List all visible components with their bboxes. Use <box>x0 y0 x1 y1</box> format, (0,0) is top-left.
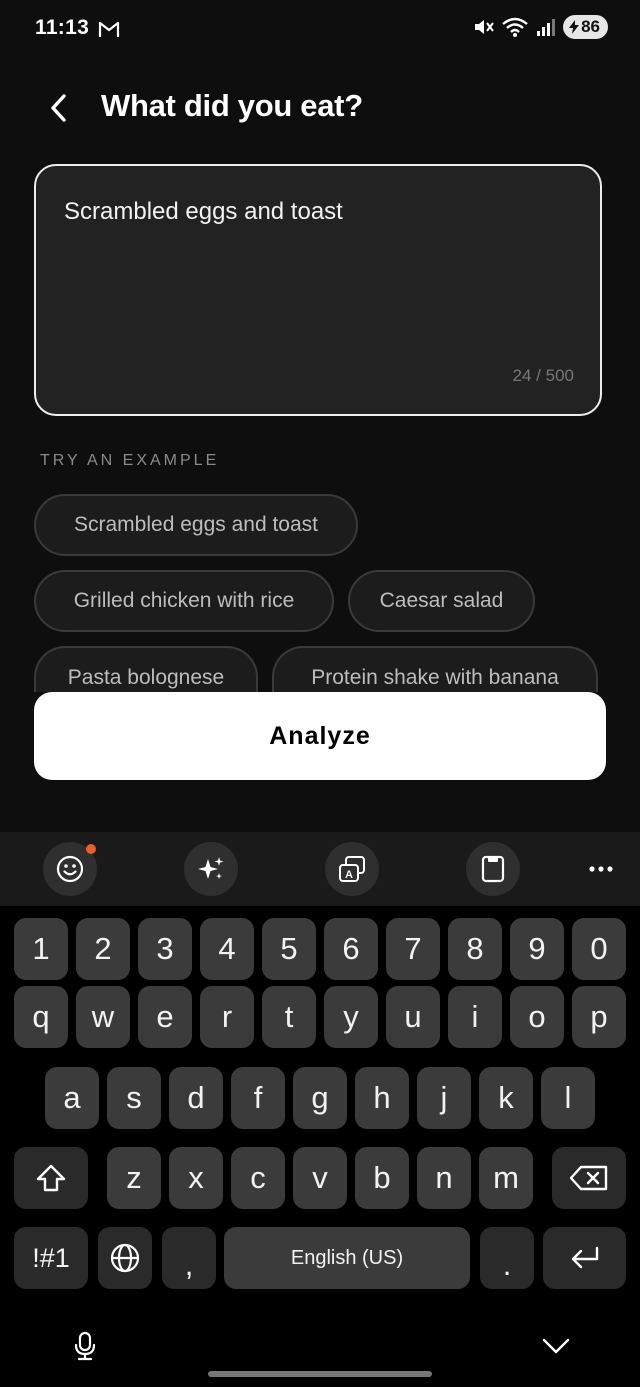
key-a[interactable]: a <box>45 1067 99 1129</box>
key-y[interactable]: y <box>324 986 378 1048</box>
key-p[interactable]: p <box>572 986 626 1048</box>
key-z[interactable]: z <box>107 1147 161 1209</box>
character-counter: 24 / 500 <box>512 366 574 385</box>
key-g[interactable]: g <box>293 1067 347 1129</box>
analyze-button[interactable]: Analyze <box>34 692 606 780</box>
key-e[interactable]: e <box>138 986 192 1048</box>
language-key[interactable] <box>98 1227 152 1289</box>
key-1[interactable]: 1 <box>14 918 68 980</box>
key-4[interactable]: 4 <box>200 918 254 980</box>
key-i[interactable]: i <box>448 986 502 1048</box>
enter-icon <box>571 1246 598 1269</box>
sparkle-ai-icon <box>198 857 224 879</box>
key-0[interactable]: 0 <box>572 918 626 980</box>
key-f[interactable]: f <box>231 1067 285 1129</box>
chevron-left-icon <box>51 94 66 122</box>
gmail-icon <box>98 21 120 38</box>
key-k[interactable]: k <box>479 1067 533 1129</box>
key-x[interactable]: x <box>169 1147 223 1209</box>
mute-icon <box>475 20 494 34</box>
battery-indicator: 86 <box>563 15 608 39</box>
keyboard: 1 2 3 4 5 6 7 8 9 0 q w e r t y u i o p … <box>0 906 640 1387</box>
ai-assist-button[interactable] <box>184 842 238 896</box>
key-t[interactable]: t <box>262 986 316 1048</box>
key-c[interactable]: c <box>231 1147 285 1209</box>
key-l[interactable]: l <box>541 1067 595 1129</box>
key-5[interactable]: 5 <box>262 918 316 980</box>
clipboard-button[interactable] <box>466 842 520 896</box>
key-v[interactable]: v <box>293 1147 347 1209</box>
key-3[interactable]: 3 <box>138 918 192 980</box>
backspace-icon <box>569 1165 608 1191</box>
key-d[interactable]: d <box>169 1067 223 1129</box>
examples-label: TRY AN EXAMPLE <box>40 452 220 469</box>
translate-icon: A <box>339 856 365 882</box>
hide-keyboard-button[interactable] <box>534 1326 578 1366</box>
example-chip[interactable]: Protein shake with banana <box>272 646 598 692</box>
back-button[interactable] <box>40 88 76 128</box>
key-q[interactable]: q <box>14 986 68 1048</box>
food-description-input[interactable]: Scrambled eggs and toast 24 / 500 <box>34 164 602 416</box>
globe-icon <box>110 1243 140 1273</box>
key-6[interactable]: 6 <box>324 918 378 980</box>
voice-input-button[interactable] <box>66 1326 104 1366</box>
symbols-key[interactable]: !#1 <box>14 1227 88 1289</box>
backspace-key[interactable] <box>552 1147 626 1209</box>
emoji-icon <box>56 855 84 883</box>
key-u[interactable]: u <box>386 986 440 1048</box>
example-chip[interactable]: Scrambled eggs and toast <box>34 494 358 556</box>
page-title: What did you eat? <box>101 88 363 123</box>
key-o[interactable]: o <box>510 986 564 1048</box>
signal-icon <box>537 19 556 36</box>
key-m[interactable]: m <box>479 1147 533 1209</box>
status-icons: 86 <box>473 15 608 39</box>
enter-key[interactable] <box>543 1227 626 1289</box>
key-2[interactable]: 2 <box>76 918 130 980</box>
keyboard-toolbar: A <box>0 832 640 906</box>
more-icon <box>589 866 613 872</box>
example-chip[interactable]: Grilled chicken with rice <box>34 570 334 632</box>
space-key[interactable]: English (US) <box>224 1227 470 1289</box>
comma-key[interactable]: , <box>162 1227 216 1289</box>
key-n[interactable]: n <box>417 1147 471 1209</box>
translate-button[interactable]: A <box>325 842 379 896</box>
key-s[interactable]: s <box>107 1067 161 1129</box>
microphone-icon <box>74 1331 96 1361</box>
key-7[interactable]: 7 <box>386 918 440 980</box>
key-h[interactable]: h <box>355 1067 409 1129</box>
shift-key[interactable] <box>14 1147 88 1209</box>
example-chip[interactable]: Pasta bolognese <box>34 646 258 692</box>
charging-icon <box>569 20 580 34</box>
food-description-value: Scrambled eggs and toast <box>64 198 343 225</box>
more-button[interactable] <box>582 850 620 888</box>
battery-level: 86 <box>581 17 600 36</box>
chevron-down-icon <box>542 1338 570 1354</box>
shift-icon <box>36 1164 66 1192</box>
example-chip[interactable]: Caesar salad <box>348 570 535 632</box>
key-9[interactable]: 9 <box>510 918 564 980</box>
wifi-icon <box>502 17 528 37</box>
home-indicator <box>208 1371 432 1377</box>
key-8[interactable]: 8 <box>448 918 502 980</box>
key-b[interactable]: b <box>355 1147 409 1209</box>
status-time: 11:13 <box>35 16 90 39</box>
key-w[interactable]: w <box>76 986 130 1048</box>
clipboard-icon <box>481 855 505 883</box>
key-r[interactable]: r <box>200 986 254 1048</box>
notification-dot <box>86 844 96 854</box>
svg-text:A: A <box>345 869 353 881</box>
key-j[interactable]: j <box>417 1067 471 1129</box>
period-key[interactable]: . <box>480 1227 534 1289</box>
